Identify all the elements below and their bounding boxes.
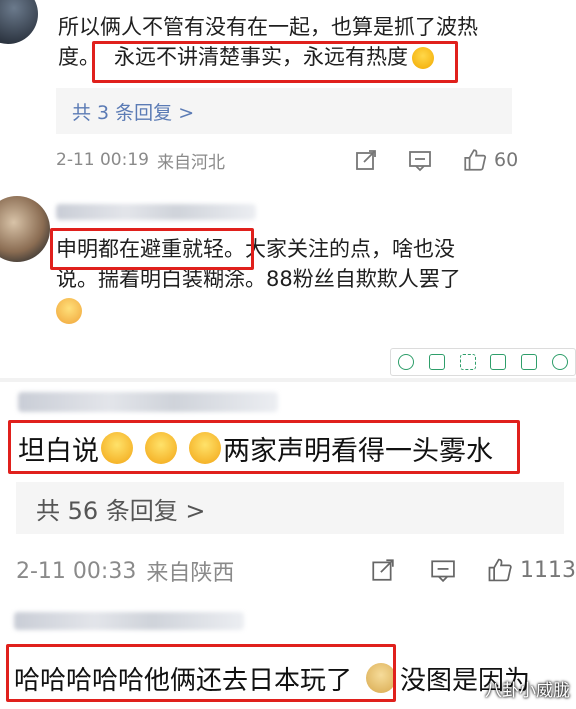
view-replies-button[interactable]: 共 3 条回复 > bbox=[56, 88, 512, 134]
like-icon[interactable] bbox=[486, 554, 514, 586]
action-bar: 60 bbox=[354, 146, 518, 174]
location: 来自河北 bbox=[156, 152, 225, 173]
more-icon[interactable] bbox=[551, 354, 568, 370]
timestamp: 2-11 00:19 bbox=[56, 150, 149, 170]
share-icon[interactable] bbox=[520, 354, 537, 370]
comment-meta: 2-11 00:33 来自陕西 bbox=[16, 556, 235, 587]
comment-icon[interactable] bbox=[408, 148, 432, 172]
save-icon[interactable] bbox=[490, 354, 507, 370]
highlight-box bbox=[92, 41, 458, 83]
action-bar: 1113 bbox=[370, 554, 576, 586]
highlight-box bbox=[8, 420, 520, 474]
floating-toolbar bbox=[390, 348, 576, 376]
highlight-box bbox=[50, 228, 254, 270]
avatar[interactable] bbox=[0, 196, 50, 262]
username[interactable] bbox=[18, 392, 278, 412]
comment-line: 。大家关注的点，啥也没 bbox=[224, 237, 455, 261]
like-count: 60 bbox=[494, 149, 519, 171]
view-replies-button[interactable]: 共 56 条回复 > bbox=[16, 482, 564, 534]
username[interactable] bbox=[56, 204, 256, 220]
comment-icon[interactable] bbox=[430, 555, 456, 585]
avatar[interactable] bbox=[0, 0, 38, 44]
like-count: 1113 bbox=[520, 557, 576, 583]
expand-icon[interactable] bbox=[459, 354, 476, 370]
comment-line: 所以俩人不管有没有在一起，也算是抓了波热 bbox=[58, 15, 478, 39]
timestamp: 2-11 00:33 bbox=[16, 558, 137, 584]
reply-link-label: 共 56 条回复 > bbox=[36, 496, 206, 525]
like-icon[interactable] bbox=[462, 147, 488, 173]
search-icon[interactable] bbox=[398, 354, 415, 370]
location: 来自陕西 bbox=[146, 561, 235, 586]
reply-link-label: 共 3 条回复 > bbox=[72, 101, 195, 124]
copy-icon[interactable] bbox=[428, 354, 445, 370]
watermark: 八卦小威胧 bbox=[485, 681, 570, 701]
username[interactable] bbox=[14, 612, 244, 630]
share-icon[interactable] bbox=[370, 555, 396, 585]
divider bbox=[0, 378, 576, 382]
highlight-box bbox=[6, 644, 396, 702]
emoji-smirk-icon bbox=[56, 298, 82, 324]
share-icon[interactable] bbox=[354, 148, 378, 172]
